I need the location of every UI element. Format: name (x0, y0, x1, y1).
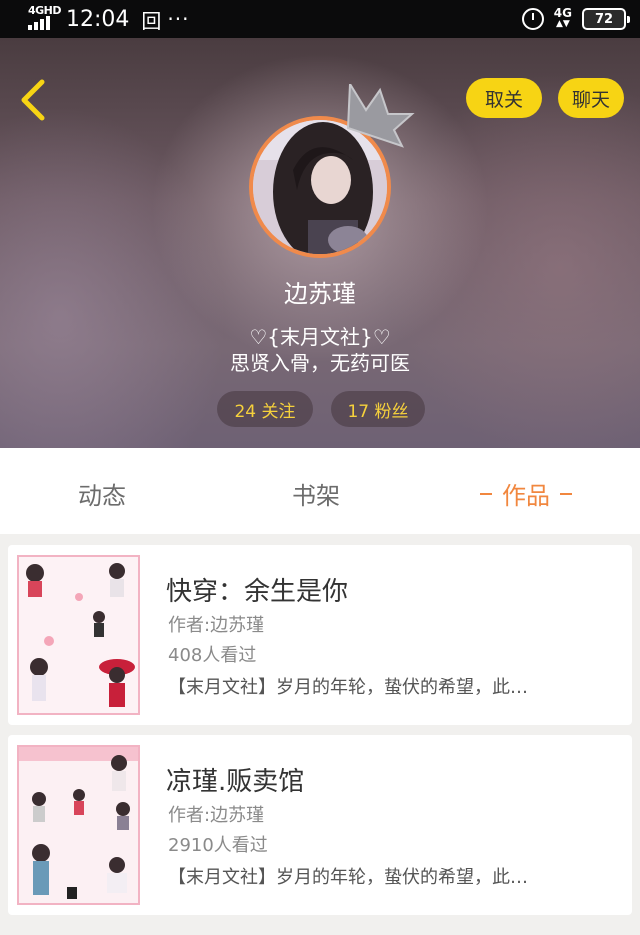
crown-icon (346, 84, 415, 148)
book-cover (17, 745, 140, 905)
profile-name: 边苏瑾 (284, 280, 356, 308)
profile-tabs: 动态 书架 作品 (0, 448, 640, 534)
tab-indicator-right (560, 492, 572, 495)
tab-bookshelf[interactable]: 书架 (292, 476, 340, 511)
back-button[interactable] (14, 78, 54, 122)
alarm-icon (521, 8, 544, 30)
book-cover-image (19, 557, 138, 713)
battery-icon: 72 (582, 8, 630, 30)
book-author: 作者: 边苏瑾 (168, 801, 264, 827)
tab-works[interactable]: 作品 (480, 476, 572, 511)
book-views: 2910人看过 (168, 835, 268, 856)
bio-line-2: 思贤入骨，无药可医 (230, 351, 410, 375)
chat-button[interactable]: 聊天 (558, 78, 624, 118)
profile-header: 取关 聊天 边苏瑾 ♡{末月文社}♡ 思贤入骨，无药可医 24 关注 17 粉丝 (0, 38, 640, 448)
book-cover-image (19, 747, 138, 903)
book-title: 快穿：余生是你 (166, 577, 349, 607)
tab-indicator-left (480, 492, 492, 495)
fans-count[interactable]: 17 粉丝 (331, 391, 425, 427)
mobile-data-icon: 4G ▲▼ (553, 6, 572, 29)
notification-icon: 回 (141, 8, 162, 33)
unfollow-button[interactable]: 取关 (466, 78, 542, 118)
book-cover (17, 555, 140, 715)
author-name: 边苏瑾 (210, 805, 265, 826)
back-arrow-icon (21, 79, 45, 121)
book-description: 【末月文社】岁月的年轮，蛰伏的希望，此… (168, 677, 528, 698)
author-name: 边苏瑾 (210, 615, 265, 636)
book-description: 【末月文社】岁月的年轮，蛰伏的希望，此… (168, 867, 528, 888)
author-prefix: 作者: (168, 805, 211, 826)
author-prefix: 作者: (168, 615, 211, 636)
book-card[interactable]: 快穿：余生是你 作者: 边苏瑾 408人看过 【末月文社】岁月的年轮，蛰伏的希望… (8, 545, 632, 725)
tab-dynamics[interactable]: 动态 (78, 476, 126, 511)
following-count[interactable]: 24 关注 (217, 391, 313, 427)
status-bar: 4GHD 12:04 回 ··· 4G ▲▼ 72 (0, 0, 640, 38)
mobile-data-label: 4G (553, 6, 572, 20)
more-notifications-icon: ··· (167, 7, 190, 31)
book-views: 408人看过 (168, 645, 257, 666)
profile-bio: ♡{末月文社}♡ 思贤入骨，无药可医 (0, 324, 640, 376)
network-signal-icon: 4GHD (26, 4, 62, 32)
tab-works-label: 作品 (502, 482, 550, 510)
book-title: 凉瑾.贩卖馆 (166, 767, 305, 797)
status-time: 12:04 (66, 6, 130, 32)
bio-line-1: ♡{末月文社}♡ (249, 325, 391, 349)
book-card[interactable]: 凉瑾.贩卖馆 作者: 边苏瑾 2910人看过 【末月文社】岁月的年轮，蛰伏的希望… (8, 735, 632, 915)
book-author: 作者: 边苏瑾 (168, 611, 264, 637)
battery-level: 72 (594, 11, 614, 27)
